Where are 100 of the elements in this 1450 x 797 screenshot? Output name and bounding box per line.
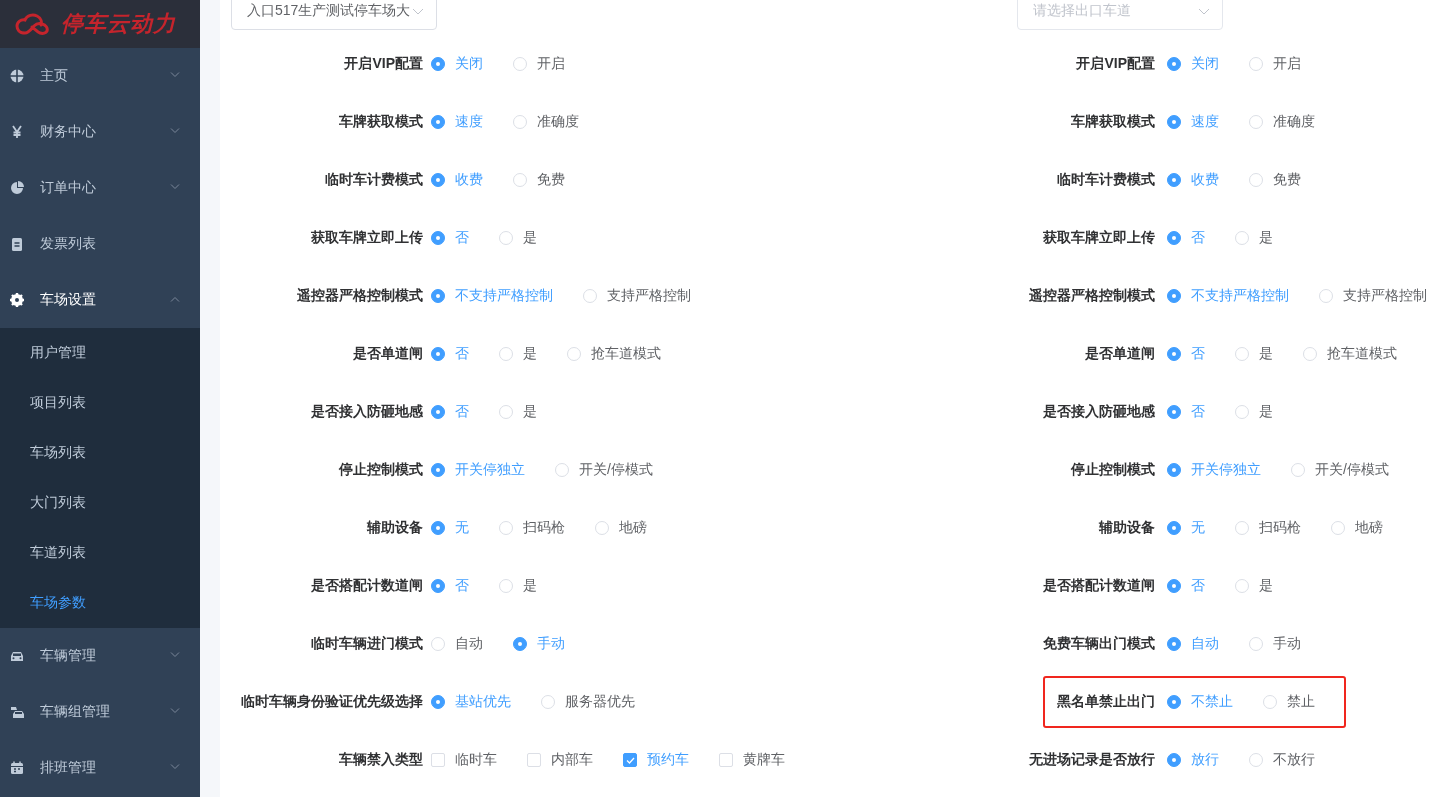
radio-button[interactable] <box>513 637 527 651</box>
radio-button[interactable] <box>1167 173 1181 187</box>
radio-button[interactable] <box>1167 347 1181 361</box>
radio-label[interactable]: 是 <box>1259 345 1273 363</box>
checkbox[interactable] <box>623 753 637 767</box>
field-label: 车牌获取模式 <box>338 113 423 131</box>
radio-label[interactable]: 不放行 <box>1273 751 1315 769</box>
submenu-item[interactable]: 车道列表 <box>0 528 200 578</box>
radio-button[interactable] <box>431 695 445 709</box>
radio-button[interactable] <box>1167 463 1181 477</box>
sidebar-menu-item[interactable]: 订单中心 <box>0 160 200 216</box>
radio-label[interactable]: 是 <box>523 577 537 595</box>
radio-button[interactable] <box>1167 405 1181 419</box>
pie-icon <box>10 181 24 195</box>
field-label: 是否搭配计数道闸 <box>310 577 423 595</box>
radio-label[interactable]: 开关/停模式 <box>579 461 653 479</box>
radio-button[interactable] <box>1167 637 1181 651</box>
radio-label[interactable]: 抢车道模式 <box>1327 345 1397 363</box>
sidebar-menu-item[interactable]: 发票列表 <box>0 216 200 272</box>
radio-button[interactable] <box>1167 579 1181 593</box>
radio-label[interactable]: 开关/停模式 <box>1315 461 1389 479</box>
radio-label[interactable]: 是 <box>523 345 537 363</box>
chevron-icon <box>412 7 424 15</box>
radio-label[interactable]: 准确度 <box>537 113 579 131</box>
radio-label[interactable]: 扫码枪 <box>523 519 565 537</box>
radio-label[interactable]: 免费 <box>537 171 565 189</box>
radio-label[interactable]: 自动 <box>455 635 483 653</box>
calendar-icon <box>10 761 24 775</box>
submenu-item[interactable]: 车场列表 <box>0 428 200 478</box>
radio-button[interactable] <box>431 463 445 477</box>
field-label: 遥控器严格控制模式 <box>296 287 423 305</box>
radio-label[interactable]: 扫码枪 <box>1259 519 1301 537</box>
radio-button[interactable] <box>1167 753 1181 767</box>
radio-label[interactable]: 地磅 <box>1355 519 1383 537</box>
field-label: 车辆禁入类型 <box>338 751 423 769</box>
radio-button[interactable] <box>431 115 445 129</box>
radio-label[interactable]: 抢车道模式 <box>591 345 661 363</box>
sidebar-menu-item[interactable]: 车场设置 <box>0 272 200 328</box>
radio-label[interactable]: 准确度 <box>1273 113 1315 131</box>
radio-label[interactable]: 禁止 <box>1287 693 1315 711</box>
field-label: 辅助设备 <box>366 519 423 537</box>
radio-label[interactable]: 地磅 <box>619 519 647 537</box>
radio-label[interactable]: 开启 <box>537 55 565 73</box>
field-label: 获取车牌立即上传 <box>1042 229 1155 247</box>
radio-label[interactable]: 手动 <box>1273 635 1301 653</box>
field-label: 是否接入防砸地感 <box>310 403 423 421</box>
radio-button[interactable] <box>1167 231 1181 245</box>
field-label: 临时车计费模式 <box>324 171 423 189</box>
sidebar-menu-item[interactable]: 车辆管理 <box>0 628 200 684</box>
field-label: 无进场记录是否放行 <box>1028 751 1155 769</box>
radio-button[interactable] <box>1167 695 1181 709</box>
checkbox-label[interactable]: 黄牌车 <box>743 751 785 769</box>
radio-button[interactable] <box>1167 57 1181 71</box>
field-label: 免费车辆出门模式 <box>1042 635 1155 653</box>
radio-label[interactable]: 是 <box>523 229 537 247</box>
checkbox-label[interactable]: 临时车 <box>455 751 497 769</box>
sidebar-menu-item[interactable]: 主页 <box>0 48 200 104</box>
grid-icon <box>10 69 24 83</box>
submenu-item[interactable]: 车场参数 <box>0 578 200 628</box>
radio-button[interactable] <box>431 405 445 419</box>
radio-button[interactable] <box>1167 115 1181 129</box>
radio-button[interactable] <box>1167 289 1181 303</box>
sidebar-menu-item[interactable]: 财务中心 <box>0 104 200 160</box>
field-label: 开启VIP配置 <box>1075 55 1155 73</box>
radio-button[interactable] <box>431 579 445 593</box>
sidebar-menu-item[interactable]: 排班管理 <box>0 740 200 796</box>
radio-label[interactable]: 支持严格控制 <box>1343 287 1427 305</box>
radio-label[interactable]: 是 <box>1259 577 1273 595</box>
field-label: 获取车牌立即上传 <box>310 229 423 247</box>
radio-button[interactable] <box>431 347 445 361</box>
field-label: 辅助设备 <box>1098 519 1155 537</box>
radio-label[interactable]: 是 <box>523 403 537 421</box>
submenu-item[interactable]: 大门列表 <box>0 478 200 528</box>
checkbox-label[interactable]: 内部车 <box>551 751 593 769</box>
radio-button[interactable] <box>431 57 445 71</box>
radio-label[interactable]: 开启 <box>1273 55 1301 73</box>
field-label: 黑名单禁止出门 <box>1056 693 1155 711</box>
doc-icon <box>10 237 24 251</box>
field-label: 是否搭配计数道闸 <box>1042 577 1155 595</box>
radio-button[interactable] <box>1167 521 1181 535</box>
radio-label[interactable]: 是 <box>1259 403 1273 421</box>
radio-label[interactable]: 服务器优先 <box>565 693 635 711</box>
radio-button[interactable] <box>431 231 445 245</box>
field-label: 遥控器严格控制模式 <box>1028 287 1155 305</box>
app-logo-text: 停车云动力 <box>61 10 176 38</box>
radio-label[interactable]: 免费 <box>1273 171 1301 189</box>
field-label: 开启VIP配置 <box>343 55 423 73</box>
radio-label[interactable]: 是 <box>1259 229 1273 247</box>
select-field[interactable]: 入口517生产测试停车场大 <box>231 0 437 30</box>
field-label: 临时车辆身份验证优先级选择 <box>240 693 423 711</box>
submenu-item[interactable]: 用户管理 <box>0 328 200 378</box>
sidebar-menu-item[interactable]: 车辆组管理 <box>0 684 200 740</box>
field-label: 车牌获取模式 <box>1070 113 1155 131</box>
radio-button[interactable] <box>431 521 445 535</box>
radio-label[interactable]: 支持严格控制 <box>607 287 691 305</box>
radio-button[interactable] <box>431 289 445 303</box>
submenu-item[interactable]: 项目列表 <box>0 378 200 428</box>
field-label: 临时车辆进门模式 <box>310 635 423 653</box>
radio-button[interactable] <box>431 173 445 187</box>
field-label: 停止控制模式 <box>1070 461 1155 479</box>
